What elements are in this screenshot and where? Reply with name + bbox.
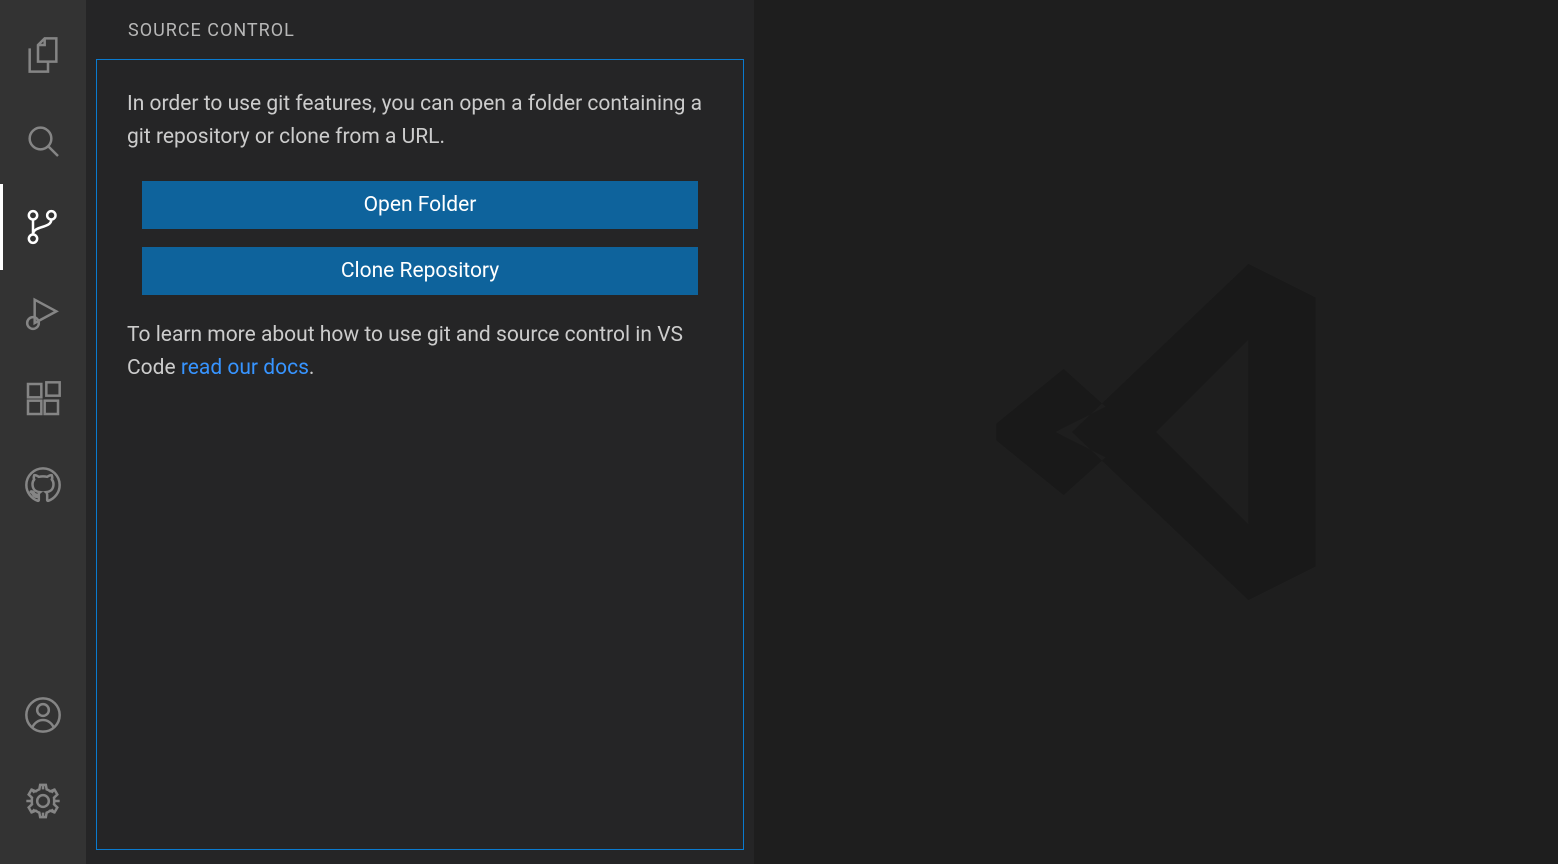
activity-bar: [0, 0, 86, 864]
source-control-icon: [23, 207, 63, 247]
account-icon: [23, 695, 63, 735]
activity-bar-top: [0, 12, 86, 672]
sidebar-content: In order to use git features, you can op…: [96, 59, 744, 850]
files-icon: [23, 35, 63, 75]
settings-button[interactable]: [0, 758, 86, 844]
editor-area: [754, 0, 1558, 864]
gear-icon: [23, 781, 63, 821]
intro-text: In order to use git features, you can op…: [127, 88, 713, 153]
learn-more-suffix: .: [309, 356, 315, 380]
github-icon: [23, 465, 63, 505]
open-folder-button[interactable]: Open Folder: [142, 181, 698, 229]
source-control-tab[interactable]: [0, 184, 86, 270]
extensions-icon: [23, 379, 63, 419]
vscode-logo-watermark: [946, 222, 1366, 642]
accounts-button[interactable]: [0, 672, 86, 758]
run-debug-tab[interactable]: [0, 270, 86, 356]
vscode-logo-icon: [946, 222, 1366, 642]
source-control-sidebar: SOURCE CONTROL In order to use git featu…: [86, 0, 754, 864]
github-tab[interactable]: [0, 442, 86, 528]
activity-bar-bottom: [0, 672, 86, 864]
search-tab[interactable]: [0, 98, 86, 184]
extensions-tab[interactable]: [0, 356, 86, 442]
sidebar-title: SOURCE CONTROL: [86, 0, 754, 59]
explorer-tab[interactable]: [0, 12, 86, 98]
search-icon: [23, 121, 63, 161]
debug-icon: [23, 293, 63, 333]
read-our-docs-link[interactable]: read our docs: [181, 356, 309, 380]
clone-repository-button[interactable]: Clone Repository: [142, 247, 698, 295]
learn-more-text: To learn more about how to use git and s…: [127, 319, 713, 384]
